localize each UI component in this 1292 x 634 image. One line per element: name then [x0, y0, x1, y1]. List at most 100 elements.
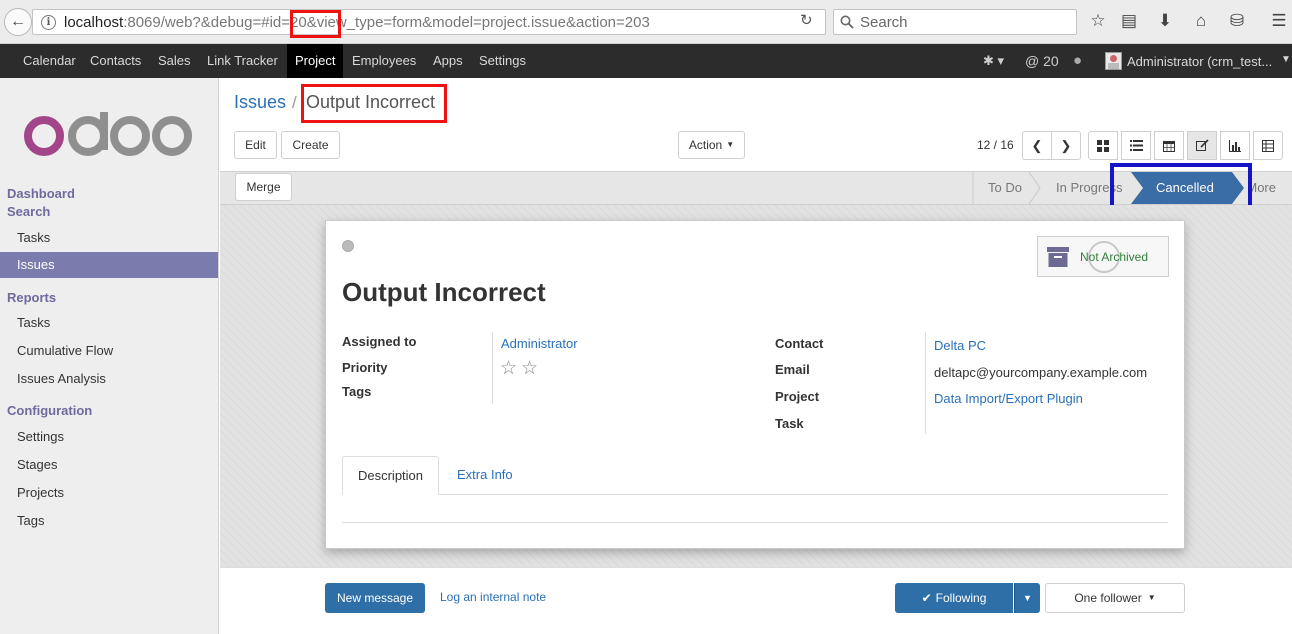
messages-count[interactable]: @ 20 [1025, 53, 1059, 69]
star-icon[interactable]: ☆ [500, 358, 521, 379]
following-button[interactable]: ✔ Following [895, 583, 1013, 613]
action-dropdown[interactable]: Action ▼ [678, 131, 745, 159]
sidebar-item-issues[interactable]: Issues [0, 252, 218, 278]
chevron-right-icon: ❯ [1060, 137, 1072, 153]
home-icon[interactable]: ⌂ [1190, 11, 1212, 31]
task-field[interactable] [934, 416, 1164, 434]
debug-bug-icon[interactable]: ✱ ▾ [983, 53, 1004, 69]
menu-apps[interactable]: Apps [425, 44, 471, 78]
tags-field[interactable] [501, 384, 731, 402]
archive-status-label: Not Archived [1080, 250, 1149, 264]
menu-employees[interactable]: Employees [344, 44, 424, 78]
calendar-view-button[interactable] [1154, 131, 1184, 160]
pager-previous-button[interactable]: ❮ [1022, 131, 1052, 160]
sidebar-item-settings[interactable]: Settings [0, 424, 218, 450]
pager-next-button[interactable]: ❯ [1051, 131, 1081, 160]
pager-value[interactable]: 12 / 16 [977, 138, 1014, 152]
list-icon [1129, 140, 1143, 151]
reload-icon[interactable]: ↻ [800, 11, 813, 29]
user-caret-icon[interactable]: ▼ [1281, 54, 1291, 65]
contact-value[interactable]: Delta PC [934, 338, 986, 353]
pivot-view-button[interactable] [1253, 131, 1283, 160]
sidebar-item-tasks[interactable]: Tasks [0, 225, 218, 251]
menu-contacts[interactable]: Contacts [82, 44, 149, 78]
url-path: :8069/web?&debug=#id=20&view_type=form&m… [123, 13, 650, 31]
merge-button[interactable]: Merge [235, 173, 292, 201]
sidebar: Dashboard Search Tasks Issues Reports Ta… [0, 78, 219, 634]
label-project: Project [775, 389, 820, 404]
chat-bubble-icon[interactable]: ● [1073, 52, 1082, 69]
pocket-icon[interactable]: ⛁ [1226, 11, 1248, 31]
breadcrumb-issues[interactable]: Issues [234, 92, 286, 113]
sidebar-item-projects[interactable]: Projects [0, 480, 218, 506]
sidebar-header-dashboard[interactable]: Dashboard [7, 186, 75, 201]
stage-todo[interactable]: To Do [988, 180, 1022, 195]
graph-view-button[interactable] [1220, 131, 1250, 160]
caret-down-icon: ▼ [1147, 593, 1156, 602]
star-icon[interactable]: ☆ [521, 358, 542, 379]
sidebar-header-configuration[interactable]: Configuration [7, 403, 92, 418]
chevron-left-icon: ❮ [1031, 137, 1043, 153]
hamburger-menu-icon[interactable]: ☰ [1268, 11, 1290, 31]
label-tags: Tags [342, 384, 372, 399]
sidebar-header-reports[interactable]: Reports [7, 290, 56, 305]
description-underline [342, 522, 1168, 523]
url-host: localhost [64, 13, 124, 31]
kanban-state-dot[interactable] [342, 240, 354, 252]
caret-down-icon: ▼ [726, 140, 735, 149]
field-divider-right [925, 332, 926, 434]
back-button[interactable]: ← [4, 8, 32, 36]
browser-toolbar: ← i localhost:8069/web?&debug=#id=20&vie… [0, 0, 1292, 44]
menu-settings[interactable]: Settings [471, 44, 534, 78]
menu-calendar[interactable]: Calendar [15, 44, 84, 78]
label-contact: Contact [775, 336, 824, 351]
pivot-table-icon [1262, 139, 1274, 152]
menu-link-tracker[interactable]: Link Tracker [199, 44, 286, 78]
email-value[interactable]: deltapc@yourcompany.example.com [934, 365, 1147, 380]
arrow-left-icon: ← [10, 13, 26, 30]
label-priority: Priority [342, 360, 388, 375]
info-icon: i [41, 14, 56, 30]
sidebar-item-issues-analysis[interactable]: Issues Analysis [0, 366, 218, 392]
download-icon[interactable]: ⬇ [1154, 11, 1176, 31]
user-menu[interactable]: Administrator (crm_test... [1127, 54, 1277, 69]
edit-button[interactable]: Edit [234, 131, 277, 159]
stage-more[interactable]: More [1250, 180, 1276, 195]
tab-description[interactable]: Description [342, 456, 439, 495]
log-note-button[interactable]: Log an internal note [440, 590, 546, 604]
kanban-view-button[interactable] [1088, 131, 1118, 160]
label-task: Task [775, 416, 804, 431]
sidebar-item-report-tasks[interactable]: Tasks [0, 310, 218, 336]
sidebar-item-stages[interactable]: Stages [0, 452, 218, 478]
following-dropdown-button[interactable]: ▼ [1014, 583, 1040, 613]
reader-list-icon[interactable]: ▤ [1118, 11, 1140, 31]
archive-toggle-button[interactable]: Not Archived [1037, 236, 1169, 277]
url-bar[interactable]: i localhost:8069/web?&debug=#id=20&view_… [32, 9, 826, 35]
followers-dropdown[interactable]: One follower ▼ [1045, 583, 1185, 613]
record-title[interactable]: Output Incorrect [342, 277, 546, 308]
highlight-url-id [290, 10, 341, 38]
tab-extra-info[interactable]: Extra Info [457, 467, 513, 482]
menu-sales[interactable]: Sales [150, 44, 199, 78]
sidebar-item-cumulative-flow[interactable]: Cumulative Flow [0, 338, 218, 364]
sidebar-item-tags[interactable]: Tags [0, 508, 218, 534]
label-email: Email [775, 362, 810, 377]
list-view-button[interactable] [1121, 131, 1151, 160]
archive-box-icon [1047, 247, 1069, 267]
sidebar-header-search[interactable]: Search [7, 204, 50, 219]
new-message-button[interactable]: New message [325, 583, 425, 613]
followers-label: One follower [1074, 591, 1142, 605]
form-view-button[interactable] [1187, 131, 1217, 160]
search-icon [840, 15, 854, 29]
avatar[interactable] [1105, 52, 1122, 70]
bookmark-star-icon[interactable]: ☆ [1087, 11, 1109, 31]
browser-search-input[interactable]: Search [833, 9, 1077, 35]
field-divider-left [492, 332, 493, 404]
search-placeholder: Search [860, 13, 908, 31]
priority-stars[interactable]: ☆☆ [500, 357, 542, 380]
create-button[interactable]: Create [281, 131, 340, 159]
menu-project[interactable]: Project [287, 44, 344, 78]
calendar-icon [1163, 140, 1175, 152]
assigned-to-value[interactable]: Administrator [501, 336, 578, 351]
project-value[interactable]: Data Import/Export Plugin [934, 391, 1083, 406]
